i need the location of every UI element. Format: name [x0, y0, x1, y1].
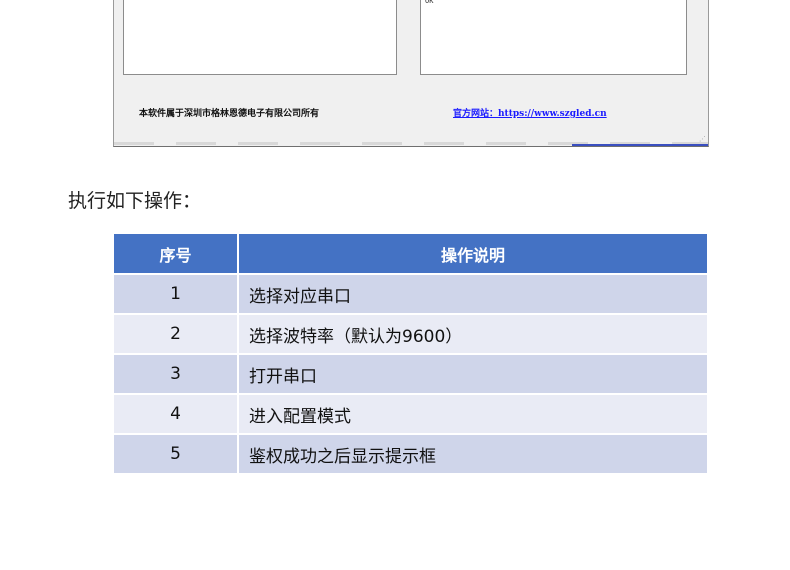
- table-row: 2 选择波特率（默认为9600）: [114, 314, 707, 355]
- cutoff-accent: [572, 144, 708, 146]
- output-text: OK: [425, 0, 434, 5]
- table-row: 3 打开串口: [114, 354, 707, 395]
- row-number: 5: [114, 434, 239, 475]
- intro-text: 执行如下操作：: [68, 190, 202, 212]
- row-description: 打开串口: [238, 354, 707, 395]
- output-panel-right: OK: [420, 0, 687, 75]
- header-description: 操作说明: [238, 234, 707, 275]
- table-row: 5 鉴权成功之后显示提示框: [114, 434, 707, 475]
- operations-table: 序号 操作说明 1 选择对应串口 2 选择波特率（默认为9600） 3 打开串口…: [114, 234, 707, 475]
- row-description: 进入配置模式: [238, 394, 707, 435]
- row-description: 选择波特率（默认为9600）: [238, 314, 707, 355]
- row-description: 鉴权成功之后显示提示框: [238, 434, 707, 475]
- row-number: 4: [114, 394, 239, 435]
- table-header-row: 序号 操作说明: [114, 234, 707, 275]
- row-number: 1: [114, 274, 239, 315]
- app-screenshot: OK 本软件属于深圳市格林恩德电子有限公司所有 官方网站：https://www…: [113, 0, 709, 147]
- row-number: 3: [114, 354, 239, 395]
- row-number: 2: [114, 314, 239, 355]
- header-number: 序号: [114, 234, 239, 275]
- copyright-text: 本软件属于深圳市格林恩德电子有限公司所有: [139, 109, 320, 119]
- website-link[interactable]: 官方网站：https://www.szgled.cn: [453, 106, 607, 119]
- table-row: 1 选择对应串口: [114, 274, 707, 315]
- table-row: 4 进入配置模式: [114, 394, 707, 435]
- receive-panel-left: [123, 0, 397, 75]
- row-description: 选择对应串口: [238, 274, 707, 315]
